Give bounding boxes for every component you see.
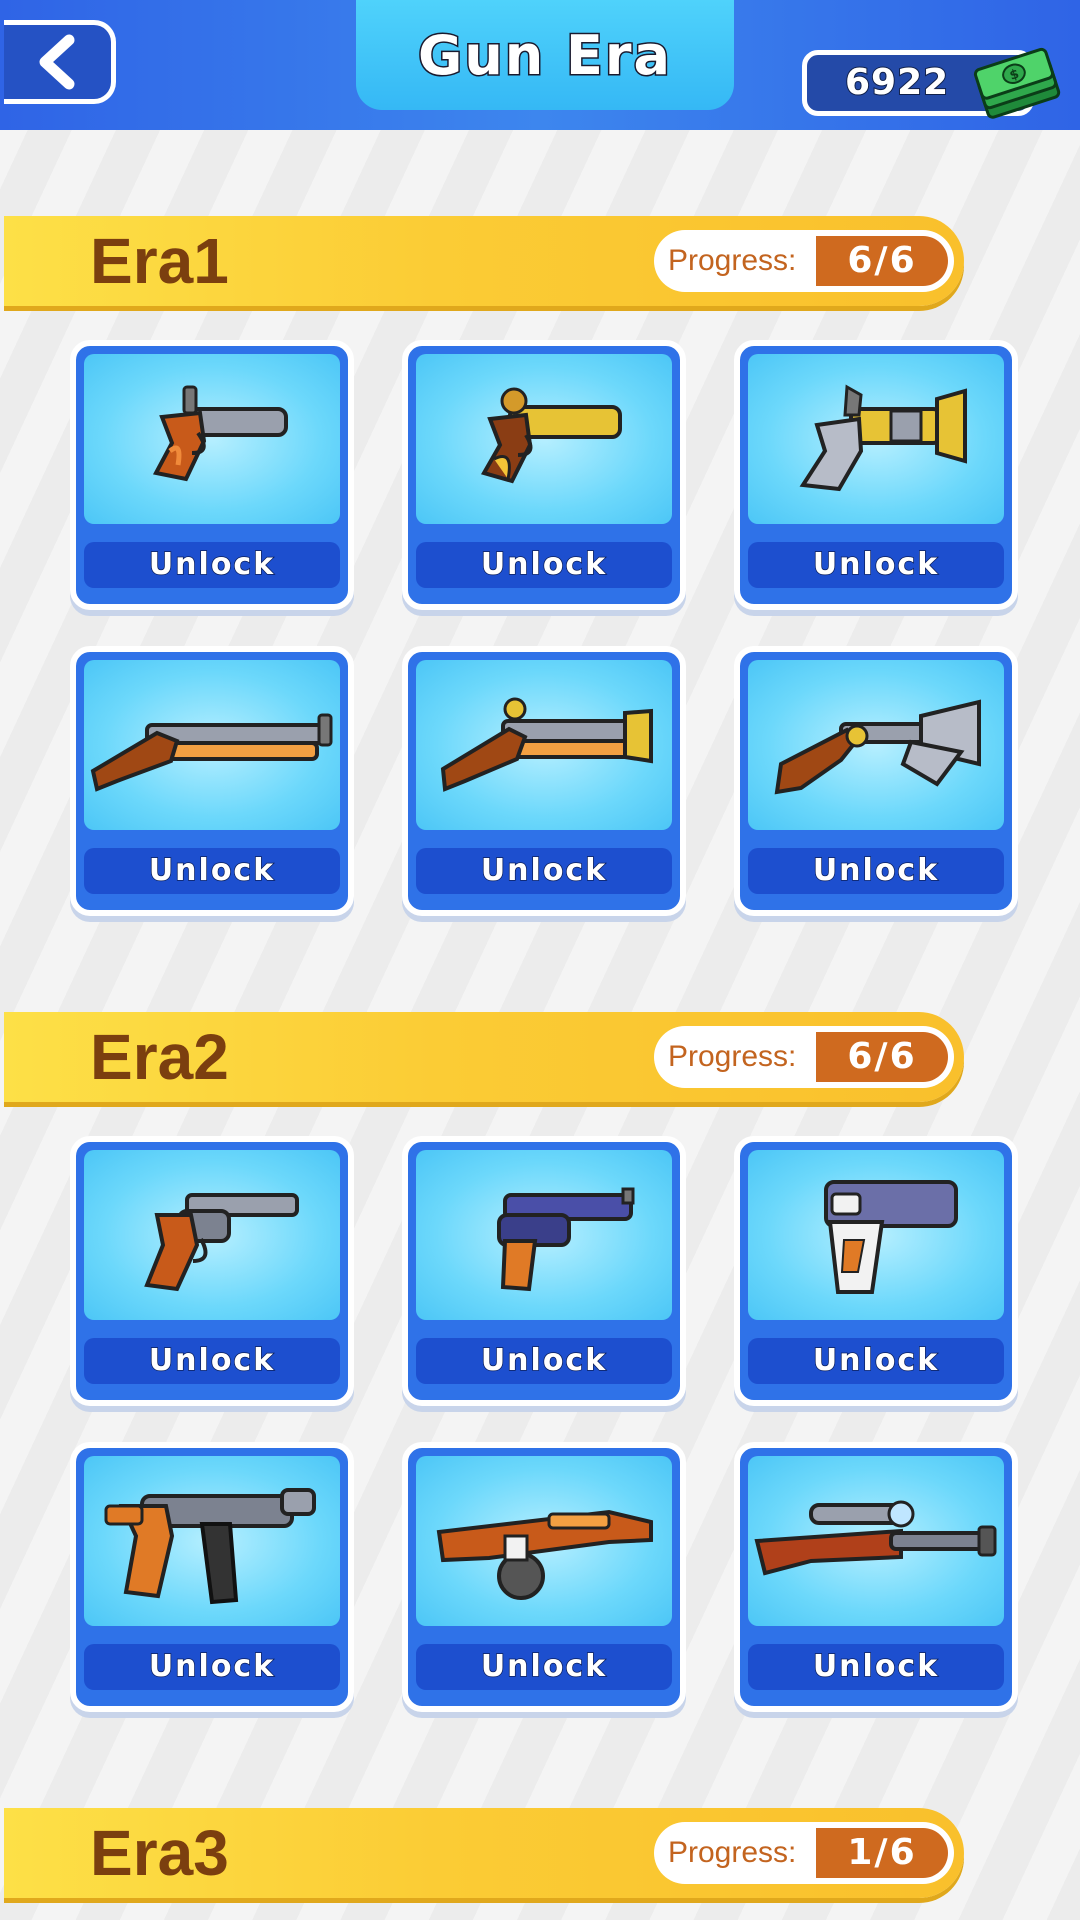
drum-smg-icon (436, 1509, 653, 1600)
unlock-button[interactable]: Unlock (748, 848, 1004, 894)
gold-flintlock-pistol-icon (480, 387, 622, 484)
weapon-card[interactable]: Unlock (70, 646, 354, 916)
weapon-card[interactable]: Unlock (734, 1136, 1018, 1406)
submachine-gun-icon (104, 1488, 316, 1605)
revolver-icon (144, 1193, 299, 1292)
weapon-art (416, 1456, 672, 1626)
unlock-button[interactable]: Unlock (748, 1338, 1004, 1384)
era-title: Era2 (90, 1021, 229, 1093)
weapon-art (84, 660, 340, 830)
weapon-card[interactable]: Unlock (402, 1442, 686, 1712)
progress-value: 6/6 (816, 236, 948, 286)
progress-label: Progress: (668, 244, 797, 277)
progress-label: Progress: (668, 1040, 797, 1073)
era-title: Era1 (90, 225, 229, 297)
unlock-button[interactable]: Unlock (84, 1338, 340, 1384)
era-title: Era3 (90, 1817, 229, 1889)
unlock-button[interactable]: Unlock (84, 848, 340, 894)
era-banner: Era3 Progress: 1/6 (4, 1808, 964, 1898)
weapon-art (416, 354, 672, 524)
unlock-button[interactable]: Unlock (748, 1644, 1004, 1690)
unlock-button[interactable]: Unlock (416, 1338, 672, 1384)
progress-label: Progress: (668, 1836, 797, 1869)
weapon-art (748, 1456, 1004, 1626)
currency-amount: 6922 (844, 61, 950, 104)
musket-icon (90, 713, 333, 792)
era-banner: Era2 Progress: 6/6 (4, 1012, 964, 1102)
dragon-pistol-icon (774, 699, 981, 795)
top-bar: Gun Era 6922 $ (0, 0, 1080, 130)
unlock-button[interactable]: Unlock (416, 1644, 672, 1690)
weapon-card[interactable]: Unlock (734, 1442, 1018, 1712)
flintlock-pistol-icon (152, 385, 288, 482)
progress-pill: Progress: 6/6 (654, 1026, 954, 1088)
weapon-card[interactable]: Unlock (402, 340, 686, 610)
weapon-card[interactable]: Unlock (70, 340, 354, 610)
weapon-art (84, 1456, 340, 1626)
weapon-art (416, 660, 672, 830)
weapon-art (748, 1150, 1004, 1320)
progress-pill: Progress: 1/6 (654, 1822, 954, 1884)
weapon-art (84, 354, 340, 524)
page-title: Gun Era (417, 22, 672, 88)
back-button[interactable] (4, 20, 116, 104)
flintlock-carbine-icon (440, 697, 653, 792)
unlock-button[interactable]: Unlock (416, 848, 672, 894)
weapon-art (84, 1150, 340, 1320)
weapon-art (416, 1150, 672, 1320)
unlock-button[interactable]: Unlock (84, 1644, 340, 1690)
weapon-art (748, 660, 1004, 830)
progress-value: 1/6 (816, 1828, 948, 1878)
weapon-card[interactable]: Unlock (70, 1442, 354, 1712)
weapon-card[interactable]: Unlock (734, 646, 1018, 916)
progress-value: 6/6 (816, 1032, 948, 1082)
weapon-art (748, 354, 1004, 524)
era-banner: Era1 Progress: 6/6 (4, 216, 964, 306)
unlock-button[interactable]: Unlock (416, 542, 672, 588)
semi-auto-pistol-icon (824, 1180, 958, 1294)
page-title-box: Gun Era (356, 0, 734, 110)
sniper-rifle-icon (754, 1500, 997, 1576)
unlock-button[interactable]: Unlock (84, 542, 340, 588)
progress-pill: Progress: 6/6 (654, 230, 954, 292)
weapon-card[interactable]: Unlock (402, 1136, 686, 1406)
blue-pistol-icon (497, 1187, 635, 1292)
weapon-card[interactable]: Unlock (70, 1136, 354, 1406)
weapon-card[interactable]: Unlock (734, 340, 1018, 610)
cash-stack-icon: $ (973, 47, 1061, 119)
chevron-left-icon (39, 34, 74, 90)
blunderbuss-pistol-icon (799, 384, 967, 492)
unlock-button[interactable]: Unlock (748, 542, 1004, 588)
weapon-card[interactable]: Unlock (402, 646, 686, 916)
